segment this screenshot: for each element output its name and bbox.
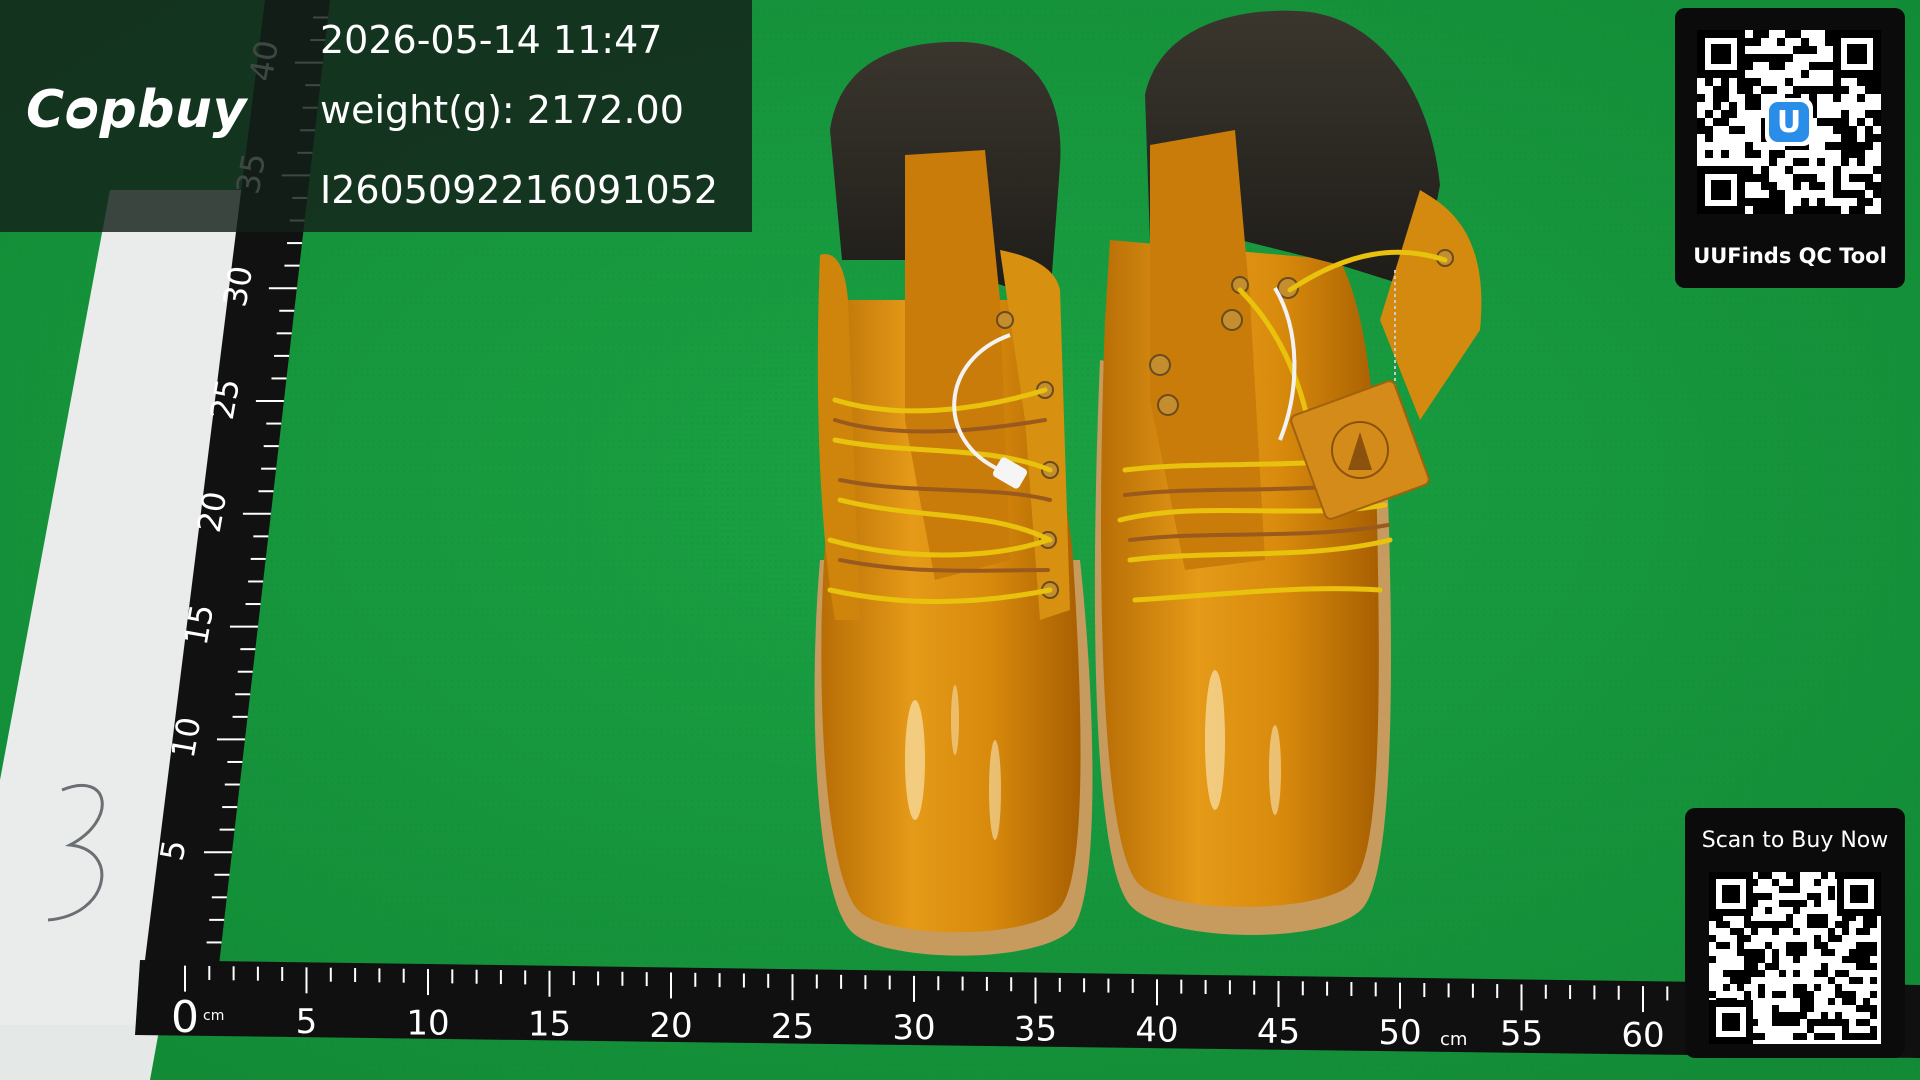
ruler-unit: cm [1440,1029,1467,1050]
uufinds-logo-icon: U [1777,105,1801,140]
ruler-label: 30 [216,263,260,310]
ruler-label: 0 [171,992,199,1043]
ruler-label: 10 [164,714,208,761]
ruler-label: 35 [1014,1009,1057,1049]
ruler-label: 50 [1378,1013,1421,1053]
ruler-label: 5 [296,1002,318,1042]
ruler-label: 40 [1135,1011,1178,1051]
ruler-label: 25 [771,1007,814,1047]
qr-code-icon: U [1697,30,1881,214]
scan-to-buy-card[interactable]: Scan to Buy Now [1685,808,1905,1058]
ruler-label: 25 [203,376,247,423]
qc-tool-card[interactable]: U UUFinds QC Tool [1675,8,1905,288]
order-id: I2605092216091052 [320,168,719,212]
qr-code-icon [1709,872,1881,1044]
ruler-label: 20 [649,1006,692,1046]
ruler-label: 30 [892,1008,935,1048]
left-boot [814,41,1093,956]
scan-to-buy-label: Scan to Buy Now [1701,828,1889,853]
brand-logo: Cᴑpbuy [26,80,247,140]
weight-readout: weight(g): 2172.00 [320,88,684,132]
ruler-label: 15 [177,601,221,648]
timestamp: 2026-05-14 11:47 [320,18,663,62]
ruler-label: 60 [1621,1015,1664,1055]
ruler-label: 20 [190,489,234,536]
ruler-label: 55 [1500,1014,1543,1054]
ruler-label: 10 [406,1003,449,1043]
qc-tool-label: UUFinds QC Tool [1693,244,1887,268]
ruler-label: 15 [528,1005,571,1045]
ruler-label: 45 [1257,1012,1300,1052]
ruler-unit: cm [203,1008,224,1024]
